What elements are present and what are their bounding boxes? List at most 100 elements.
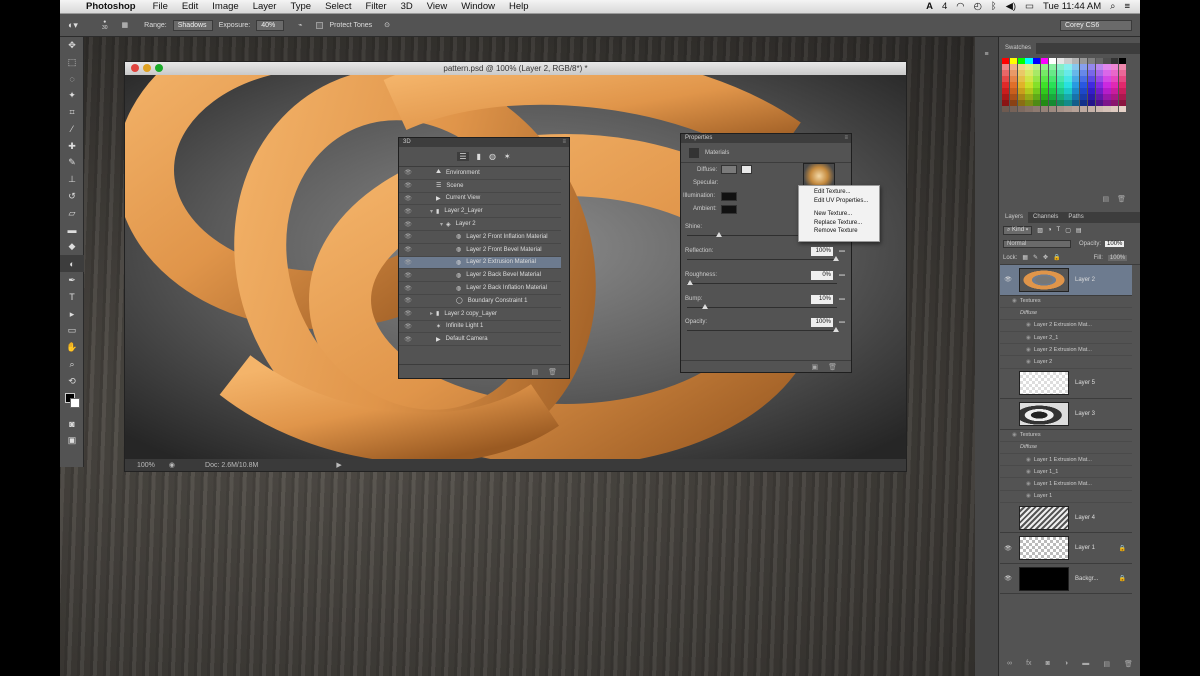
layer-row[interactable]: 👁 Layer 2 xyxy=(1000,265,1132,296)
panel-menu-icon[interactable]: ≡ xyxy=(562,138,566,147)
scene-tree-row[interactable]: 👁 ☰ Scene xyxy=(399,180,561,193)
slider-track[interactable] xyxy=(687,327,839,332)
swatch[interactable] xyxy=(1079,100,1088,106)
layer-style-icon[interactable]: fx xyxy=(1026,660,1031,672)
sublayer-eye-icon[interactable]: ◉ xyxy=(1026,322,1031,328)
layer-row[interactable]: Layer 3 xyxy=(1000,399,1132,430)
swatch[interactable] xyxy=(1017,82,1025,88)
swatch[interactable] xyxy=(1103,76,1111,82)
slider-thumb[interactable] xyxy=(833,327,839,332)
swatch[interactable] xyxy=(1002,82,1010,88)
layer-name[interactable]: Layer 2 xyxy=(1075,277,1095,283)
layer-name[interactable]: Layer 3 xyxy=(1075,411,1095,417)
scene-tree-row[interactable]: 👁 ◯ Boundary Constraint 1 xyxy=(399,295,561,308)
swatch[interactable] xyxy=(1118,58,1127,64)
swatch[interactable] xyxy=(1064,100,1072,106)
swatch[interactable] xyxy=(1025,58,1033,64)
swatch[interactable] xyxy=(1103,88,1111,94)
swatch[interactable] xyxy=(1040,106,1049,112)
menu-remove-texture[interactable]: Remove Texture xyxy=(799,227,879,236)
delete-layer-icon[interactable]: 🗑 xyxy=(1124,660,1133,672)
sublayer-eye-icon[interactable]: ◉ xyxy=(1026,335,1031,341)
light-filter-icon[interactable]: ✶ xyxy=(504,152,511,161)
menu-edit-uv-properties[interactable]: Edit UV Properties... xyxy=(799,197,879,206)
scene-tree-row[interactable]: 👁 ▾ ▮ Layer 2_Layer xyxy=(399,205,561,219)
swatch[interactable] xyxy=(1002,58,1010,64)
texture-sublayer[interactable]: ◉ Layer 1_1 xyxy=(1000,466,1132,479)
swatch[interactable] xyxy=(1118,100,1127,106)
delete-icon[interactable]: 🗑 xyxy=(828,363,837,371)
swatch[interactable] xyxy=(1072,76,1080,82)
slider-thumb[interactable] xyxy=(833,256,839,261)
layer-row[interactable]: 👁 Layer 1 🔒 xyxy=(1000,533,1132,564)
swatch[interactable] xyxy=(1056,58,1064,64)
menu-filter[interactable]: Filter xyxy=(358,1,393,12)
swatch[interactable] xyxy=(1056,70,1064,76)
swatch[interactable] xyxy=(1111,58,1119,64)
new-swatch-icon[interactable]: ▤ xyxy=(1102,195,1109,203)
visibility-eye-icon[interactable]: 👁 xyxy=(399,297,417,304)
swatch[interactable] xyxy=(1009,94,1018,100)
minimize-window-icon[interactable] xyxy=(143,64,151,72)
shape-filter-icon[interactable]: ▢ xyxy=(1065,227,1071,234)
brush-tool-icon[interactable]: ✎ xyxy=(60,155,84,172)
visibility-eye-icon[interactable]: 👁 xyxy=(1000,276,1016,283)
swatch[interactable] xyxy=(1103,100,1111,106)
slider-value-field[interactable]: 0% xyxy=(811,270,833,280)
swatch[interactable] xyxy=(1048,88,1057,94)
status-menu-arrow-icon[interactable]: ▶ xyxy=(336,461,341,469)
screen-mode-icon[interactable]: ▣ xyxy=(60,433,84,450)
swatch[interactable] xyxy=(1017,58,1025,64)
texture-sublayer[interactable]: Diffuse xyxy=(1000,308,1132,320)
menu-type[interactable]: Type xyxy=(283,1,318,12)
quick-mask-icon[interactable]: ◙ xyxy=(60,416,84,433)
visibility-eye-icon[interactable]: 👁 xyxy=(399,233,417,240)
layer-name[interactable]: Backgr... xyxy=(1075,576,1098,582)
magic-wand-icon[interactable]: ✦ xyxy=(60,87,84,104)
texture-sublayer[interactable]: ◉ Layer 1 xyxy=(1000,491,1132,503)
swatch[interactable] xyxy=(1087,88,1096,94)
swatch[interactable] xyxy=(1118,82,1127,88)
menu-3d[interactable]: 3D xyxy=(394,1,420,12)
path-selection-icon[interactable]: ▸ xyxy=(60,306,84,323)
slider-thumb[interactable] xyxy=(701,304,708,309)
swatch[interactable] xyxy=(1009,58,1018,64)
swatch[interactable] xyxy=(1025,76,1033,82)
adjustment-layer-icon[interactable]: ◑ xyxy=(1064,660,1068,672)
disclosure-closed-icon[interactable]: ▸ xyxy=(417,310,433,317)
zoom-window-icon[interactable] xyxy=(155,64,163,72)
swatch[interactable] xyxy=(1095,88,1103,94)
menu-edit[interactable]: Edit xyxy=(175,1,205,12)
swatch[interactable] xyxy=(1025,70,1033,76)
folder-icon[interactable]: ▬ xyxy=(839,319,845,325)
swatch[interactable] xyxy=(1095,100,1103,106)
swatch[interactable] xyxy=(1118,94,1127,100)
slider-track[interactable] xyxy=(687,304,837,309)
adjustment-filter-icon[interactable]: ◑ xyxy=(1048,227,1052,233)
swatch[interactable] xyxy=(1002,76,1010,82)
layer-thumbnail[interactable] xyxy=(1019,536,1069,560)
swatch[interactable] xyxy=(1033,82,1041,88)
disclosure-open-icon[interactable]: ▾ xyxy=(417,221,443,228)
menu-window[interactable]: Window xyxy=(454,1,502,12)
swatch[interactable] xyxy=(1111,100,1119,106)
swatch[interactable] xyxy=(1064,64,1072,70)
zoom-level[interactable]: 100% xyxy=(137,462,155,469)
sublayer-eye-icon[interactable]: ◉ xyxy=(1026,347,1031,353)
visibility-eye-icon[interactable]: 👁 xyxy=(399,169,417,176)
scene-tree-row[interactable]: 👁 ▶ Current View xyxy=(399,193,561,206)
tab-paths[interactable]: Paths xyxy=(1063,212,1088,223)
zoom-tool-icon[interactable]: ⌕ xyxy=(60,356,84,373)
scene-tree-row[interactable]: 👁 ◍ Layer 2 Back Inflation Material xyxy=(399,282,561,295)
swatch[interactable] xyxy=(1033,70,1041,76)
smart-filter-icon[interactable]: ▤ xyxy=(1076,227,1082,234)
ambient-swatch[interactable] xyxy=(721,205,737,214)
scene-tree-row[interactable]: 👁 ◍ Layer 2 Front Bevel Material xyxy=(399,244,561,257)
texture-sublayer[interactable]: ◉ Textures xyxy=(1000,296,1132,308)
shape-tool-icon[interactable]: ▭ xyxy=(60,323,84,340)
texture-sublayer[interactable]: ◉ Layer 2 Extrusion Mat... xyxy=(1000,320,1132,333)
mesh-filter-icon[interactable]: ▮ xyxy=(477,152,481,161)
marquee-tool-icon[interactable]: ⬚ xyxy=(60,54,84,71)
swatch[interactable] xyxy=(1103,58,1111,64)
volume-icon[interactable]: ◀) xyxy=(1006,1,1016,12)
